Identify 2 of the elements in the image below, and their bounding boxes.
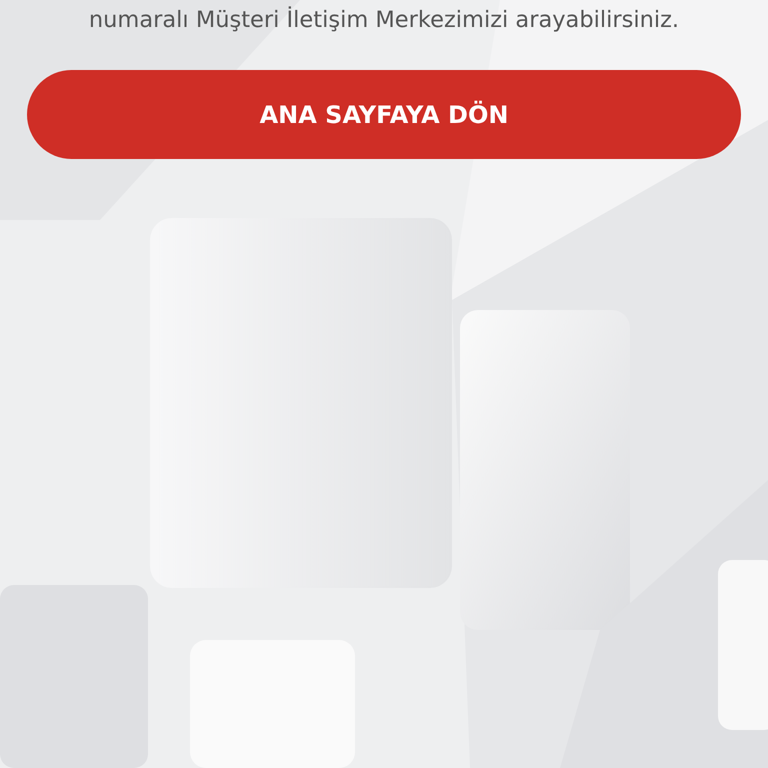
home-button[interactable]: ANA SAYFAYA DÖN [27, 70, 741, 159]
message-text: numaralı Müşteri İletişim Merkezimizi arayabilirsiniz. [88, 5, 680, 35]
